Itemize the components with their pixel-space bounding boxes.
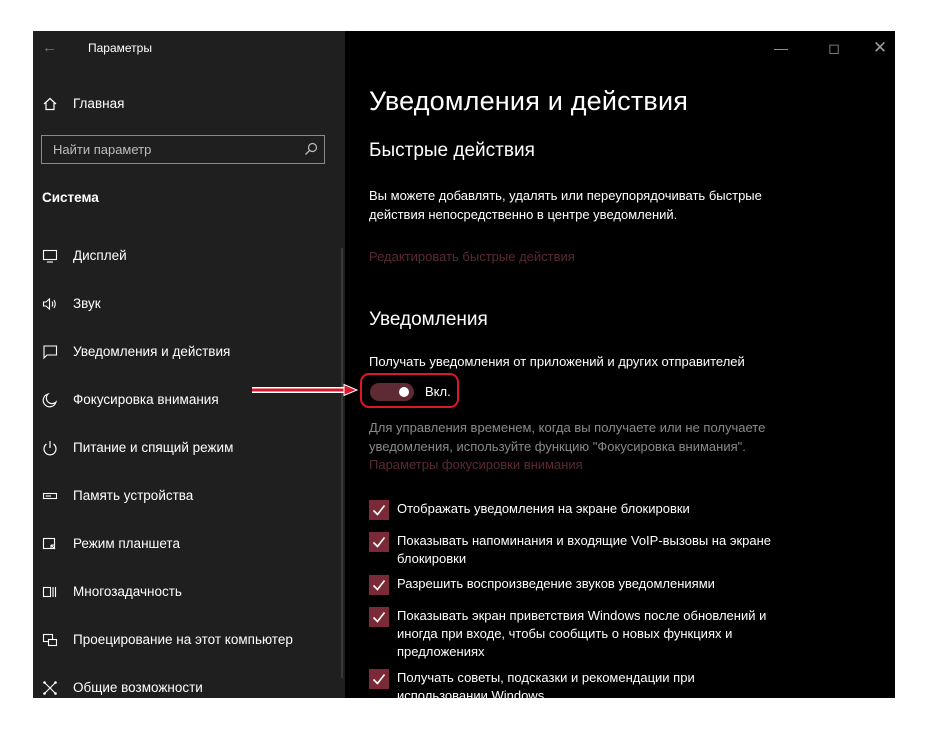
checkbox-label: Показывать экран приветствия Windows пос… [397, 608, 767, 659]
monitor-icon [42, 249, 58, 263]
sidebar-item-label: Многозадачность [73, 584, 182, 599]
checkbox-label: Отображать уведомления на экране блокиро… [397, 501, 690, 516]
close-icon[interactable]: ✕ [870, 38, 890, 58]
sidebar-item-label: Память устройства [73, 488, 194, 503]
sidebar-item-label: Фокусировка внимания [73, 392, 219, 407]
checkmark-icon [372, 537, 386, 548]
sidebar-item-tablet-mode[interactable]: Режим планшета [33, 529, 345, 577]
search-input[interactable]: Найти параметр [41, 135, 325, 164]
sidebar-item-label: Дисплей [73, 248, 127, 263]
checkbox-label: Разрешить воспроизведение звуков уведомл… [397, 576, 715, 591]
back-arrow-icon[interactable]: ← [42, 39, 57, 57]
quick-actions-heading: Быстрые действия [369, 140, 535, 161]
sidebar-item-notifications[interactable]: Уведомления и действия [33, 337, 345, 385]
sidebar-item-label: Звук [73, 296, 101, 311]
receive-notifications-label: Получать уведомления от приложений и дру… [369, 354, 745, 369]
page-title: Уведомления и действия [369, 86, 689, 116]
checkbox-label: Показывать напоминания и входящие VoIP-в… [397, 533, 772, 566]
sidebar-scrollbar[interactable] [341, 248, 343, 678]
multitask-icon [42, 586, 57, 598]
checkbox[interactable] [369, 500, 389, 520]
toggle-state-label: Вкл. [425, 384, 451, 399]
home-icon [43, 97, 57, 111]
sidebar-item-multitasking[interactable]: Многозадачность [33, 577, 345, 625]
sidebar-item-label: Проецирование на этот компьютер [73, 632, 293, 647]
checkmark-icon [372, 612, 386, 623]
checkmark-icon [372, 505, 386, 516]
notifications-toggle[interactable] [370, 383, 414, 401]
checkbox[interactable] [369, 532, 389, 552]
search-icon[interactable] [304, 142, 318, 156]
search-placeholder: Найти параметр [53, 142, 152, 157]
checkbox[interactable] [369, 607, 389, 627]
sidebar-item-projecting[interactable]: Проецирование на этот компьютер [33, 625, 345, 673]
notifications-toggle-highlight: Вкл. [360, 373, 459, 408]
sidebar-item-label: Режим планшета [73, 536, 180, 551]
maximize-icon[interactable]: ◻ [824, 38, 844, 58]
main-content: — ◻ ✕ Уведомления и действия Быстрые дей… [345, 31, 895, 698]
message-icon [43, 345, 58, 360]
nav-home-label: Главная [73, 96, 125, 111]
tablet-icon [42, 537, 56, 550]
sidebar-item-label: Уведомления и действия [73, 344, 231, 359]
quick-actions-description: Вы можете добавлять, удалять или переупо… [369, 188, 762, 222]
focus-assist-settings-link[interactable]: Параметры фокусировки внимания [369, 457, 583, 472]
checkmark-icon [372, 674, 386, 685]
sidebar-item-shared-experiences[interactable]: Общие возможности [33, 673, 345, 698]
toggle-knob [399, 387, 409, 397]
settings-window: ← Параметры Главная Найти параметр Систе… [33, 31, 895, 698]
storage-icon [42, 492, 58, 500]
power-icon [43, 441, 57, 456]
projector-icon [42, 633, 58, 647]
nav-home[interactable]: Главная [33, 89, 345, 121]
annotation-arrow-icon [252, 383, 359, 397]
checkbox[interactable] [369, 575, 389, 595]
sidebar-item-storage[interactable]: Память устройства [33, 481, 345, 529]
sidebar-item-label: Питание и спящий режим [73, 440, 234, 455]
sidebar-item-power[interactable]: Питание и спящий режим [33, 433, 345, 481]
sidebar-item-label: Общие возможности [73, 680, 203, 695]
sidebar-item-display[interactable]: Дисплей [33, 241, 345, 289]
checkmark-icon [372, 580, 386, 591]
moon-icon [42, 392, 58, 408]
sidebar: ← Параметры Главная Найти параметр Систе… [33, 31, 345, 698]
minimize-icon[interactable]: — [771, 38, 791, 58]
nav-list: Дисплей Звук Уведомления и действия Фоку… [33, 241, 345, 698]
notifications-heading: Уведомления [369, 309, 488, 330]
speaker-icon [42, 297, 56, 311]
checkbox-label: Получать советы, подсказки и рекомендаци… [397, 670, 695, 698]
edit-quick-actions-link[interactable]: Редактировать быстрые действия [369, 249, 575, 264]
focus-hint: Для управления временем, когда вы получа… [369, 420, 766, 454]
title-bar: ← Параметры [33, 31, 345, 65]
sidebar-item-sound[interactable]: Звук [33, 289, 345, 337]
section-heading: Система [42, 190, 99, 205]
app-title: Параметры [88, 41, 152, 55]
share-icon [43, 681, 57, 695]
checkbox[interactable] [369, 669, 389, 689]
